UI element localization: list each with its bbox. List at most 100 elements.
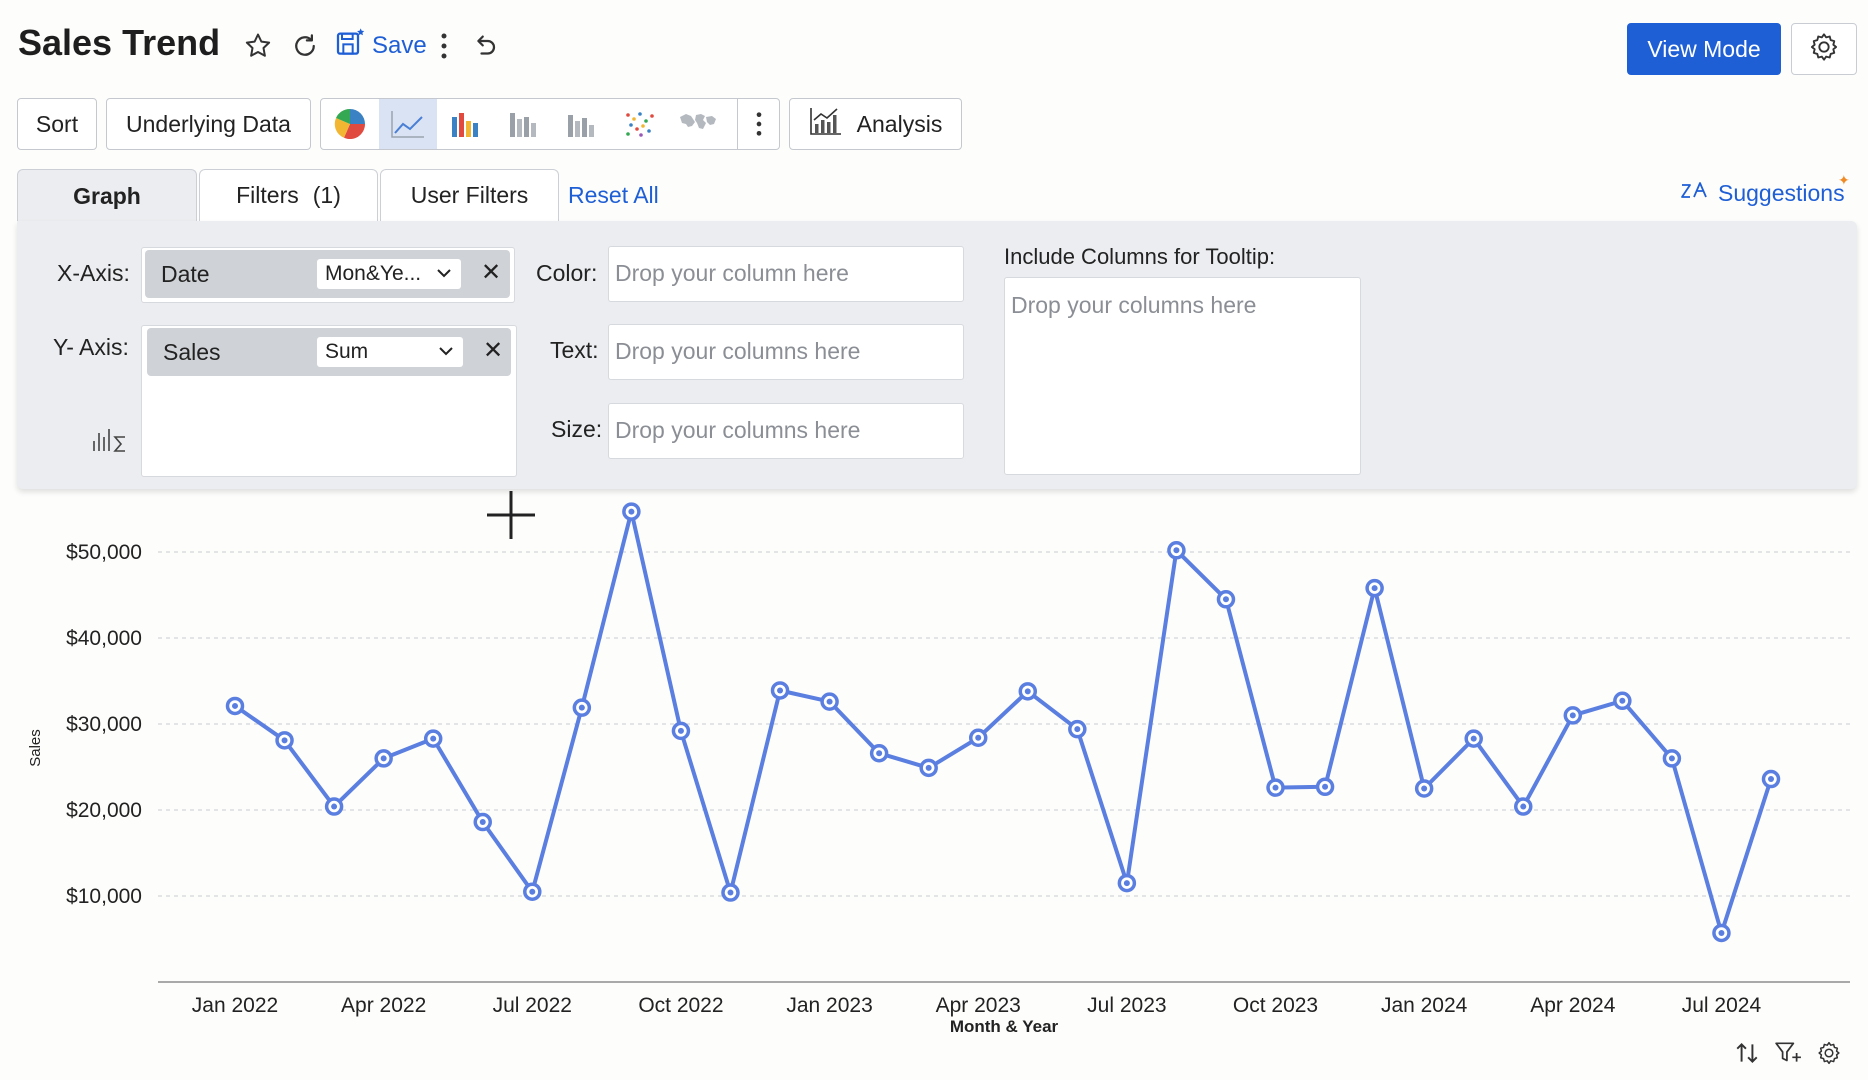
sort-button[interactable]: Sort — [17, 98, 97, 150]
x-tick-label: Jul 2022 — [493, 994, 572, 1017]
y-axis-title: Sales — [27, 729, 44, 767]
reset-all-link[interactable]: Reset All — [568, 182, 659, 209]
y-aggregation-value: Sum — [325, 340, 369, 363]
x-axis-field-chip[interactable]: Date Mon&Ye... ✕ — [145, 250, 510, 298]
y-tick-label: $50,000 — [66, 541, 142, 564]
data-point-center — [380, 755, 387, 762]
tab-user-filters[interactable]: User Filters — [380, 169, 559, 221]
analysis-label: Analysis — [856, 110, 943, 137]
stacked-bar-chart-icon[interactable] — [495, 99, 553, 149]
data-point-center — [529, 888, 536, 895]
suggestions-label: Suggestions — [1718, 179, 1845, 206]
tab-filters-label: Filters — [236, 182, 299, 208]
x-tick-label: Jan 2022 — [192, 994, 278, 1017]
data-point-center — [1520, 803, 1527, 810]
more-chart-types-icon[interactable] — [737, 99, 779, 149]
tab-filters[interactable]: Filters (1) — [199, 169, 378, 221]
settings-button[interactable] — [1791, 23, 1857, 75]
chart-settings-gear-icon[interactable] — [1816, 1040, 1842, 1070]
text-placeholder: Drop your columns here — [615, 338, 861, 364]
filters-count: (1) — [312, 182, 341, 208]
y-axis-label: Y- Axis: — [53, 334, 129, 360]
data-point-center — [1619, 697, 1626, 704]
x-tick-label: Apr 2023 — [936, 994, 1021, 1017]
x-tick-label: Jul 2024 — [1682, 994, 1762, 1017]
scatter-chart-icon[interactable] — [611, 99, 669, 149]
chart-type-switcher — [320, 98, 780, 150]
y-tick-label: $20,000 — [66, 799, 142, 822]
data-point-center — [777, 687, 784, 694]
save-label: Save — [372, 32, 427, 59]
waterfall-chart-icon[interactable] — [553, 99, 611, 149]
size-dropzone[interactable]: Drop your columns here — [608, 403, 964, 459]
underlying-data-button[interactable]: Underlying Data — [106, 98, 311, 150]
data-point-center — [1173, 547, 1180, 554]
y-axis-field-chip[interactable]: Sales Sum ✕ — [147, 328, 511, 376]
data-point-center — [1024, 688, 1031, 695]
y-tick-label: $10,000 — [66, 885, 142, 908]
data-point-center — [479, 819, 486, 826]
x-tick-label: Jan 2024 — [1381, 994, 1468, 1017]
text-dropzone[interactable]: Drop your columns here — [608, 324, 964, 380]
data-point-center — [1222, 596, 1229, 603]
data-point-center — [1272, 784, 1279, 791]
tab-graph[interactable]: Graph — [17, 169, 197, 223]
data-point-center — [1322, 783, 1329, 790]
sales-line — [233, 509, 1773, 935]
data-point-center — [1421, 785, 1428, 792]
data-point-center — [1668, 755, 1675, 762]
tooltip-dropzone[interactable]: Drop your columns here — [1004, 277, 1361, 475]
suggestions-icon — [1680, 179, 1712, 207]
x-tick-label: Apr 2022 — [341, 994, 426, 1017]
header: Sales Trend Save View Mode — [0, 0, 1868, 92]
y-aggregation-select[interactable]: Sum — [317, 337, 463, 367]
data-point-center — [1470, 735, 1477, 742]
save-icon — [334, 27, 366, 66]
data-point-center — [578, 704, 585, 711]
more-vertical-icon[interactable] — [426, 28, 462, 64]
color-placeholder: Drop your column here — [615, 260, 849, 286]
view-mode-button[interactable]: View Mode — [1627, 23, 1781, 75]
size-placeholder: Drop your columns here — [615, 417, 861, 443]
refresh-icon[interactable] — [287, 28, 323, 64]
analysis-icon — [809, 106, 843, 142]
sort-order-icon[interactable] — [1734, 1040, 1760, 1070]
pie-chart-icon[interactable] — [321, 99, 379, 149]
undo-icon[interactable] — [466, 28, 502, 64]
data-point-center — [1718, 929, 1725, 936]
data-point-center — [430, 735, 437, 742]
data-point-center — [232, 702, 238, 709]
remove-y-field-icon[interactable]: ✕ — [483, 336, 503, 365]
map-chart-icon[interactable] — [669, 99, 727, 149]
color-dropzone[interactable]: Drop your column here — [608, 246, 964, 302]
line-chart-icon[interactable] — [379, 99, 437, 149]
remove-x-field-icon[interactable]: ✕ — [481, 258, 501, 287]
chevron-down-icon — [437, 339, 455, 369]
data-point-center — [1569, 712, 1576, 719]
data-point-center — [876, 750, 883, 757]
x-field-name: Date — [161, 260, 210, 287]
x-aggregation-select[interactable]: Mon&Ye... — [317, 259, 461, 289]
x-tick-label: Apr 2024 — [1530, 994, 1616, 1017]
x-aggregation-value: Mon&Ye... — [325, 262, 422, 285]
suggestions-button[interactable]: Suggestions — [1680, 179, 1845, 207]
bar-chart-icon[interactable] — [437, 99, 495, 149]
data-point-center — [975, 734, 982, 741]
tooltip-placeholder: Drop your columns here — [1011, 292, 1257, 318]
tooltip-label: Include Columns for Tooltip: — [1004, 244, 1276, 269]
color-label: Color: — [536, 260, 598, 286]
data-point-center — [727, 889, 734, 896]
data-point-center — [1074, 726, 1081, 733]
add-filter-icon[interactable] — [1774, 1040, 1802, 1070]
data-point-center — [331, 803, 338, 810]
graph-config-panel: X-Axis: Date Mon&Ye... ✕ Y- Axis: Sales … — [17, 221, 1857, 489]
analysis-button[interactable]: Analysis — [789, 98, 962, 150]
sparkle-icon: ✦ — [1838, 172, 1850, 188]
y-field-name: Sales — [163, 338, 221, 365]
aggregate-formula-icon[interactable] — [91, 425, 129, 460]
save-button[interactable]: Save — [334, 26, 427, 66]
page-title: Sales Trend — [18, 22, 221, 63]
favorite-star-icon[interactable] — [240, 28, 276, 64]
y-tick-label: $40,000 — [66, 627, 142, 650]
chevron-down-icon — [435, 261, 453, 291]
